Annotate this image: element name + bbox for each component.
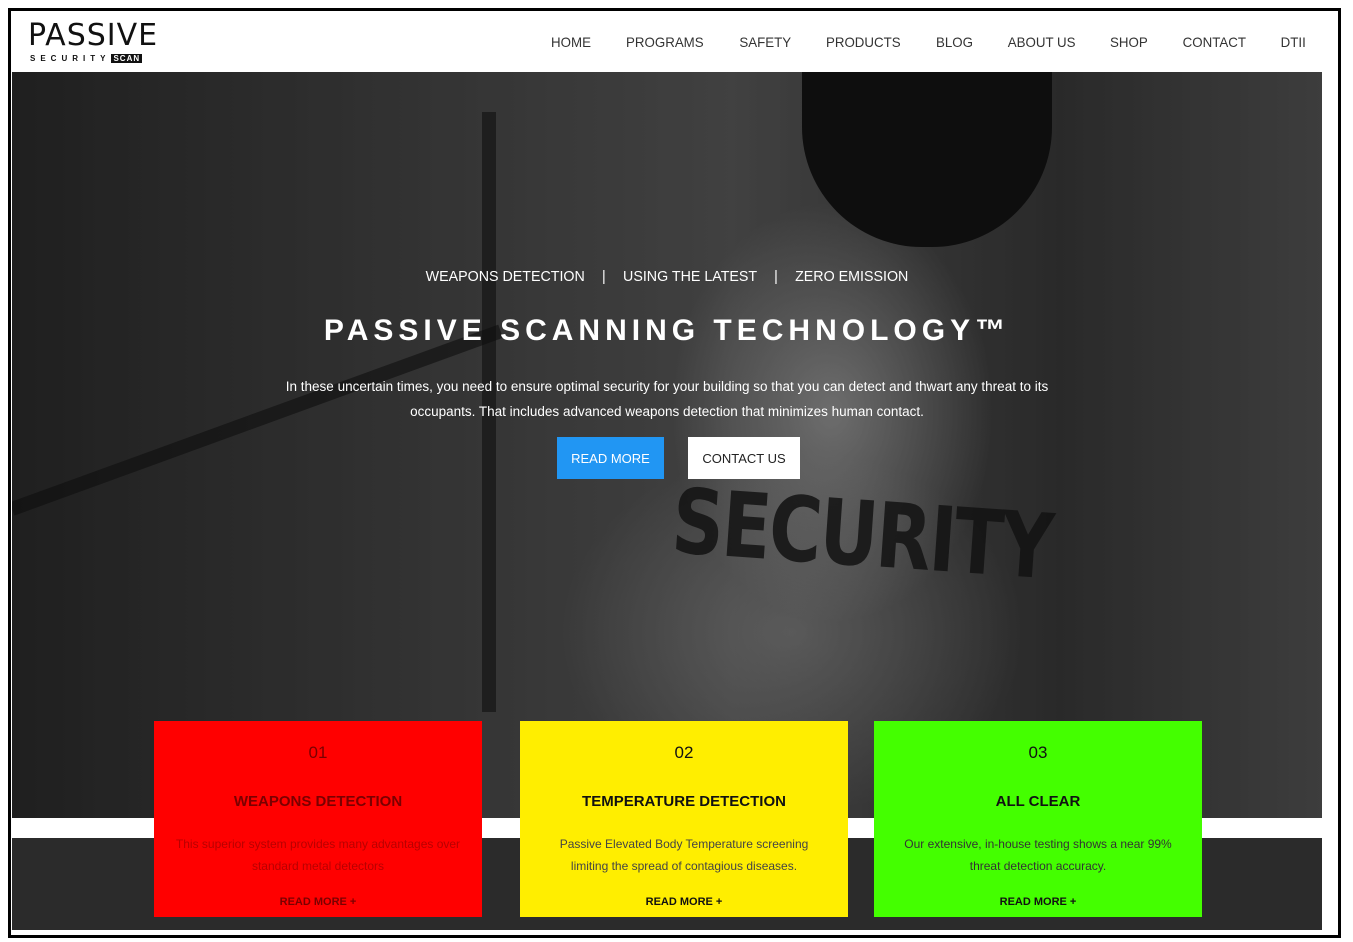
hero-description: In these uncertain times, you need to en…: [285, 379, 1049, 419]
feature-card-weapons: 01 WEAPONS DETECTION This superior syste…: [154, 721, 482, 917]
nav-item-dtii[interactable]: DTII: [1265, 34, 1321, 50]
card-read-more-link[interactable]: READ MORE +: [154, 896, 482, 908]
logo-word: PASSIVE: [28, 18, 159, 53]
card-text: Our extensive, in-house testing shows a …: [904, 837, 1172, 873]
nav-item-contact[interactable]: CONTACT: [1167, 34, 1261, 50]
read-more-button[interactable]: READ MORE: [557, 437, 664, 479]
hero-title: PASSIVE SCANNING TECHNOLOGY™: [323, 314, 1011, 347]
logo-badge: SCAN: [111, 54, 143, 63]
logo[interactable]: PASSIVE SECURITY SCAN: [28, 18, 188, 66]
card-text: This superior system provides many advan…: [175, 837, 461, 873]
nav-item-shop[interactable]: SHOP: [1095, 34, 1163, 50]
nav-item-blog[interactable]: BLOG: [921, 34, 988, 50]
nav-item-about-us[interactable]: ABOUT US: [993, 34, 1091, 50]
tagline-zero-emission: ZERO EMISSION: [795, 268, 909, 285]
tagline-separator: |: [602, 268, 606, 285]
tagline-separator: |: [774, 268, 778, 285]
tagline-using-latest: USING THE LATEST: [623, 268, 757, 285]
contact-us-button[interactable]: CONTACT US: [688, 437, 800, 479]
card-title: WEAPONS DETECTION: [233, 793, 403, 810]
card-text: Passive Elevated Body Temperature screen…: [559, 837, 809, 873]
nav-item-products[interactable]: PRODUCTS: [811, 34, 916, 50]
logo-sub-text: SECURITY: [30, 54, 111, 63]
feature-card-all-clear: 03 ALL CLEAR Our extensive, in-house tes…: [874, 721, 1202, 917]
logo-subtitle: SECURITY SCAN: [30, 54, 143, 64]
main-nav: HOME PROGRAMS SAFETY PRODUCTS BLOG ABOUT…: [534, 12, 1322, 72]
tagline-weapons-detection: WEAPONS DETECTION: [425, 268, 585, 285]
card-title: TEMPERATURE DETECTION: [582, 793, 786, 810]
nav-item-safety[interactable]: SAFETY: [724, 34, 806, 50]
feature-card-temperature: 02 TEMPERATURE DETECTION Passive Elevate…: [520, 721, 848, 917]
nav-item-programs[interactable]: PROGRAMS: [611, 34, 719, 50]
hero-tagline: WEAPONS DETECTION | USING THE LATEST | Z…: [45, 268, 1290, 285]
card-title: ALL CLEAR: [995, 793, 1081, 810]
card-read-more-link[interactable]: READ MORE +: [874, 896, 1202, 908]
card-number: 03: [1028, 743, 1048, 762]
hero-section: SECURITY WEAPONS DETECTION | USING THE L…: [12, 72, 1322, 818]
hero-overlay: [12, 72, 1322, 818]
card-read-more-link[interactable]: READ MORE +: [520, 896, 848, 908]
card-number: 02: [674, 743, 694, 762]
card-number: 01: [308, 743, 328, 762]
nav-item-home[interactable]: HOME: [536, 34, 606, 50]
site-header: PASSIVE SECURITY SCAN HOME PROGRAMS SAFET…: [12, 12, 1322, 72]
